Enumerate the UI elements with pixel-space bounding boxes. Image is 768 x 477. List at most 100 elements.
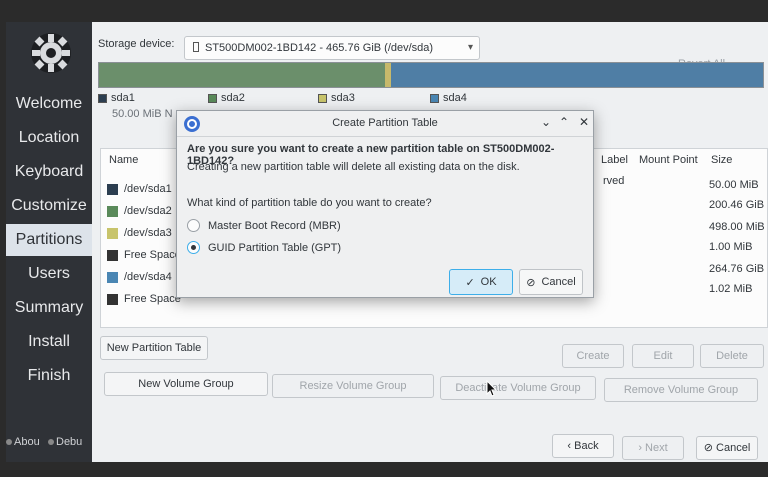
legend-swatch xyxy=(318,93,327,103)
cancel-icon: ⊘ xyxy=(526,276,536,289)
nav-item-install: Install xyxy=(28,333,70,350)
debug-button[interactable]: Debu xyxy=(48,436,82,448)
about-label: Abou xyxy=(14,436,40,448)
minimize-icon[interactable]: ⌄ xyxy=(541,115,551,129)
create-partition-table-dialog: Create Partition Table ⌄ ⌃ ✕ Are you sur… xyxy=(176,110,594,298)
radio-button[interactable] xyxy=(187,219,200,232)
bar-segment-sda2 xyxy=(99,63,385,87)
partition-label: rved xyxy=(603,175,625,187)
cancel-label: Cancel xyxy=(716,442,751,454)
next-button[interactable]: › Next xyxy=(622,436,684,460)
close-icon[interactable]: ✕ xyxy=(579,115,589,129)
resize-volume-group-button[interactable]: Resize Volume Group xyxy=(272,374,434,398)
nav-item-location: Location xyxy=(18,129,80,146)
cancel-button[interactable]: ⊘ Cancel xyxy=(696,436,758,460)
nav-item-partitions: Partitions xyxy=(6,224,92,256)
chevron-left-icon: ‹ xyxy=(567,440,572,452)
partition-size: 50.00 MiB xyxy=(709,179,759,191)
about-button[interactable]: Abou xyxy=(6,436,40,448)
dialog-cancel-label: Cancel xyxy=(541,276,576,288)
partition-color-swatch xyxy=(107,205,118,217)
radio-label: GUID Partition Table (GPT) xyxy=(208,241,342,254)
legend-item-sda4: sda4 xyxy=(430,92,467,104)
nav-item-summary: Summary xyxy=(14,299,84,316)
ok-label: OK xyxy=(480,276,497,288)
table-row[interactable]: /dev/sda2 xyxy=(107,205,172,217)
table-row[interactable]: Free Space xyxy=(107,249,181,261)
remove-volume-group-button[interactable]: Remove Volume Group xyxy=(604,378,758,402)
table-row[interactable]: /dev/sda4 xyxy=(107,271,172,283)
debug-label: Debu xyxy=(56,436,83,448)
partition-usage-bar xyxy=(98,62,764,88)
column-header-name[interactable]: Name xyxy=(109,149,138,171)
table-row[interactable]: /dev/sda1 xyxy=(107,183,172,195)
table-row[interactable]: /dev/sda3 xyxy=(107,227,172,239)
maximize-icon[interactable]: ⌃ xyxy=(559,115,569,129)
radio-label: Master Boot Record (MBR) xyxy=(208,219,341,232)
ok-button[interactable]: ✓ OK xyxy=(449,269,513,295)
legend-item-sda3: sda3 xyxy=(318,92,355,104)
dialog-titlebar: Create Partition Table ⌄ ⌃ ✕ xyxy=(177,111,593,137)
back-button[interactable]: ‹ Back xyxy=(552,434,614,458)
edit-button[interactable]: Edit xyxy=(632,344,694,368)
nav-item-welcome: Welcome xyxy=(15,95,83,112)
legend-label: sda4 xyxy=(443,92,467,104)
column-header-label[interactable]: Label xyxy=(601,149,628,171)
mouse-cursor-icon xyxy=(486,380,498,397)
radio-gpt[interactable]: GUID Partition Table (GPT) xyxy=(187,241,341,254)
column-header-size[interactable]: Size xyxy=(711,149,732,171)
partition-name: /dev/sda1 xyxy=(124,183,172,195)
column-header-mount[interactable]: Mount Point xyxy=(639,149,698,171)
info-icon xyxy=(6,439,12,445)
dialog-prompt: What kind of partition table do you want… xyxy=(187,197,432,209)
partition-color-swatch xyxy=(107,227,118,239)
nav-item-users: Users xyxy=(28,265,70,282)
back-label: Back xyxy=(574,440,599,452)
legend-swatch xyxy=(208,93,217,103)
partition-size: 1.02 MiB xyxy=(709,283,753,295)
radio-button[interactable] xyxy=(187,241,200,254)
hdd-icon xyxy=(193,42,199,52)
partition-color-swatch xyxy=(107,271,118,283)
partition-color-swatch xyxy=(107,293,118,305)
table-row[interactable]: Free Space xyxy=(107,293,181,305)
new-volume-group-button[interactable]: New Volume Group xyxy=(104,372,268,396)
nav-item-finish: Finish xyxy=(27,367,71,384)
new-partition-table-button[interactable]: New Partition Table xyxy=(100,336,208,360)
storage-device-select[interactable]: ST500DM002-1BD142 - 465.76 GiB (/dev/sda… xyxy=(184,36,480,60)
legend-size: 50.00 MiB xyxy=(112,108,162,120)
partition-name: /dev/sda4 xyxy=(124,271,172,283)
partition-color-swatch xyxy=(107,249,118,261)
partition-name: /dev/sda3 xyxy=(124,227,172,239)
cancel-icon: ⊘ xyxy=(703,442,713,454)
dialog-info: Creating a new partition table will dele… xyxy=(187,161,520,173)
legend-label: sda3 xyxy=(331,92,355,104)
partition-name: Free Space xyxy=(124,249,181,261)
radio-mbr[interactable]: Master Boot Record (MBR) xyxy=(187,219,341,232)
legend-item-sda2: sda2 xyxy=(208,92,245,104)
storage-device-label: Storage device: xyxy=(98,38,175,50)
create-button[interactable]: Create xyxy=(562,344,624,368)
nav-item-customize: Customize xyxy=(11,197,87,214)
bug-icon xyxy=(48,439,54,445)
legend-label: sda2 xyxy=(221,92,245,104)
partition-name: /dev/sda2 xyxy=(124,205,172,217)
delete-button[interactable]: Delete xyxy=(700,344,764,368)
legend-label: sda1 xyxy=(111,92,135,104)
dialog-cancel-button[interactable]: ⊘ Cancel xyxy=(519,269,583,295)
bar-segment-sda4 xyxy=(391,63,763,87)
chevron-right-icon: › xyxy=(638,442,642,454)
legend-swatch xyxy=(430,93,439,103)
calamares-logo-icon xyxy=(31,33,71,73)
dialog-title: Create Partition Table xyxy=(332,117,438,129)
checkmark-icon: ✓ xyxy=(465,276,475,289)
partition-size: 264.76 GiB xyxy=(709,263,765,275)
legend-item-sda1: sda1 xyxy=(98,92,135,104)
partition-size: 1.00 MiB xyxy=(709,241,753,253)
partition-name: Free Space xyxy=(124,293,181,305)
bar-segment-sda3 xyxy=(384,63,392,87)
deactivate-volume-group-button[interactable]: Deactivate Volume Group xyxy=(440,376,596,400)
storage-device-value: ST500DM002-1BD142 - 465.76 GiB (/dev/sda… xyxy=(205,42,434,54)
legend-fs: N xyxy=(164,108,173,120)
nav-item-keyboard: Keyboard xyxy=(14,163,84,180)
